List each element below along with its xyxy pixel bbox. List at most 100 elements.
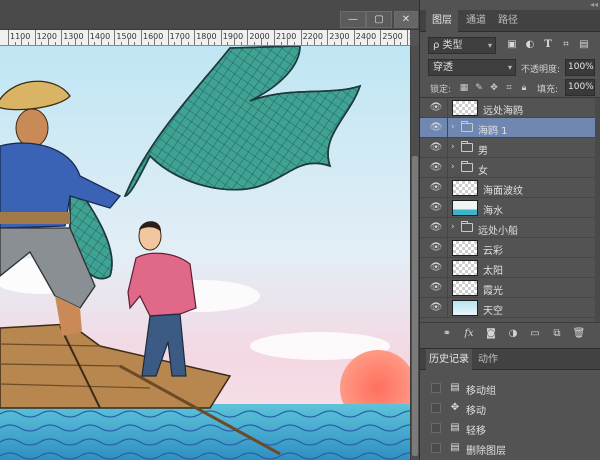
layer-filter-kind-select[interactable]: ρ 类型 ▾ [428, 37, 496, 54]
layer-row[interactable]: 👁︎ 海水 [420, 198, 595, 218]
lock-artboard-icon[interactable]: ⌗ [503, 82, 515, 94]
history-list: ▤ 移动组 ✥ 移动 ▤ 轻移 ▤ 删除图层 [420, 370, 600, 460]
lock-transparent-pixels-icon[interactable]: ▦ [458, 82, 470, 94]
ruler-label: 1700 [169, 32, 190, 41]
ruler-minor-tick [27, 42, 29, 45]
layer-thumbnail [452, 260, 478, 276]
layer-name: 男 [478, 146, 488, 157]
new-layer-icon[interactable]: ⧉ [550, 327, 564, 341]
eye-icon[interactable]: 👁︎ [429, 202, 443, 214]
layer-list-scrollbar[interactable] [595, 98, 600, 322]
lock-image-pixels-icon[interactable]: ✎ [473, 82, 485, 94]
chevron-right-icon[interactable]: › [451, 222, 455, 232]
eye-icon[interactable]: 👁︎ [429, 302, 443, 314]
maximize-button[interactable]: ▢ [366, 11, 392, 28]
trash-icon[interactable]: 🗑︎ [572, 327, 586, 341]
history-row[interactable]: ▤ 移动组 [420, 378, 600, 398]
history-snapshot-checkbox[interactable] [431, 403, 441, 413]
ruler-label: 1200 [36, 32, 57, 41]
eye-icon[interactable]: 👁︎ [429, 122, 443, 134]
layer-thumbnail [452, 180, 478, 196]
tab-channels[interactable]: 通道 [460, 10, 492, 32]
artwork-canvas[interactable] [0, 46, 410, 460]
document-window: — ▢ ✕ 1100 1200 1300 1400 1500 1600 1700 1800 19… [0, 0, 419, 460]
layer-row[interactable]: 👁︎ 海面波纹 [420, 178, 595, 198]
add-mask-icon[interactable]: ◙ [484, 327, 498, 341]
ruler-minor-tick [134, 42, 136, 45]
eye-icon[interactable]: 👁︎ [429, 102, 443, 114]
ruler-major-tick [353, 30, 355, 45]
pixel-filter-icon[interactable]: ▣ [505, 38, 519, 52]
visibility-divider [447, 138, 448, 158]
history-row[interactable]: ✥ 移动 [420, 398, 600, 418]
layer-name: 远处海鸥 [483, 106, 523, 117]
chevron-right-icon[interactable]: › [451, 142, 455, 152]
layer-group-row[interactable]: 👁︎ › 女 [420, 158, 595, 178]
blend-mode-select[interactable]: 穿透 ▾ [428, 59, 516, 76]
layer-row[interactable]: 👁︎ 天空 [420, 298, 595, 318]
link-layers-icon[interactable]: ⚭ [440, 327, 454, 341]
ruler-label: 2200 [302, 32, 323, 41]
eye-icon[interactable]: 👁︎ [429, 142, 443, 154]
layer-name: 天空 [483, 306, 503, 317]
adjustment-filter-icon[interactable]: ◐ [523, 38, 537, 52]
history-snapshot-checkbox[interactable] [431, 443, 441, 453]
tab-paths[interactable]: 路径 [492, 10, 524, 32]
history-snapshot-checkbox[interactable] [431, 423, 441, 433]
layer-row[interactable]: 👁︎ 云彩 [420, 238, 595, 258]
shape-filter-icon[interactable]: ⌗ [559, 38, 573, 52]
layer-style-fx-icon[interactable]: fx [462, 327, 476, 341]
layer-group-row[interactable]: 👁︎ › 男 [420, 138, 595, 158]
tab-layers[interactable]: 图层 [426, 10, 458, 32]
chevron-right-icon[interactable]: › [451, 122, 455, 132]
vertical-scrollbar[interactable] [410, 46, 419, 460]
history-row-partial[interactable] [420, 370, 600, 378]
eye-icon[interactable]: 👁︎ [429, 182, 443, 194]
history-snapshot-checkbox[interactable] [431, 383, 441, 393]
eye-icon[interactable]: 👁︎ [429, 162, 443, 174]
collapse-panels-icon[interactable]: ◂◂ [574, 1, 598, 9]
ruler-minor-tick [67, 42, 69, 45]
fill-input[interactable]: 100% [565, 79, 595, 96]
chevron-right-icon[interactable]: › [451, 162, 455, 172]
eye-icon[interactable]: 👁︎ [429, 222, 443, 234]
minimize-button[interactable]: — [340, 11, 366, 28]
history-row[interactable]: ▤ 删除图层 [420, 438, 600, 458]
history-panel-tabs: 历史记录 动作 [420, 348, 600, 371]
ruler-label: 1800 [196, 32, 217, 41]
lock-all-icon[interactable]: 🔒︎ [518, 82, 530, 94]
tab-actions[interactable]: 动作 [473, 349, 503, 371]
tab-history[interactable]: 历史记录 [426, 349, 472, 371]
close-button[interactable]: ✕ [394, 11, 418, 28]
horizontal-ruler[interactable]: 1100 1200 1300 1400 1500 1600 1700 1800 1900 2000… [0, 30, 410, 46]
layer-row[interactable]: 👁︎ 远处海鸥 [420, 98, 595, 118]
vertical-scrollbar-thumb[interactable] [412, 156, 418, 456]
ruler-minor-tick [373, 42, 375, 45]
folder-icon [461, 121, 473, 132]
eye-icon[interactable]: 👁︎ [429, 242, 443, 254]
ruler-major-tick [34, 30, 36, 45]
search-icon: ρ [433, 40, 440, 51]
move-icon: ✥ [450, 402, 460, 413]
adjustment-layer-icon[interactable]: ◑ [506, 327, 520, 341]
layer-row[interactable]: 👁︎ 霞光 [420, 278, 595, 298]
ruler-label: 1400 [89, 32, 111, 41]
eye-icon[interactable]: 👁︎ [429, 262, 443, 274]
blend-mode-value: 穿透 [433, 62, 453, 73]
layer-group-row[interactable]: 👁︎ › 远处小船 [420, 218, 595, 238]
ruler-major-tick [141, 30, 142, 45]
layer-row[interactable]: 👁︎ 太阳 [420, 258, 595, 278]
opacity-input[interactable]: 100% [565, 59, 595, 76]
smart-object-filter-icon[interactable]: ▤ [577, 38, 591, 52]
layer-group-row[interactable]: 👁︎ › 海鸥 1 [420, 118, 595, 138]
history-row[interactable]: ▤ 轻移 [420, 418, 600, 438]
new-group-icon[interactable]: ▭ [528, 327, 542, 341]
ruler-minor-tick [200, 42, 202, 45]
ruler-minor-tick [214, 42, 216, 45]
ruler-minor-tick [347, 42, 349, 45]
lock-position-icon[interactable]: ✥ [488, 82, 500, 94]
eye-icon[interactable]: 👁︎ [429, 282, 443, 294]
type-filter-icon[interactable]: T [541, 38, 555, 52]
ruler-minor-tick [94, 42, 96, 45]
history-label: 移动组 [466, 386, 496, 397]
